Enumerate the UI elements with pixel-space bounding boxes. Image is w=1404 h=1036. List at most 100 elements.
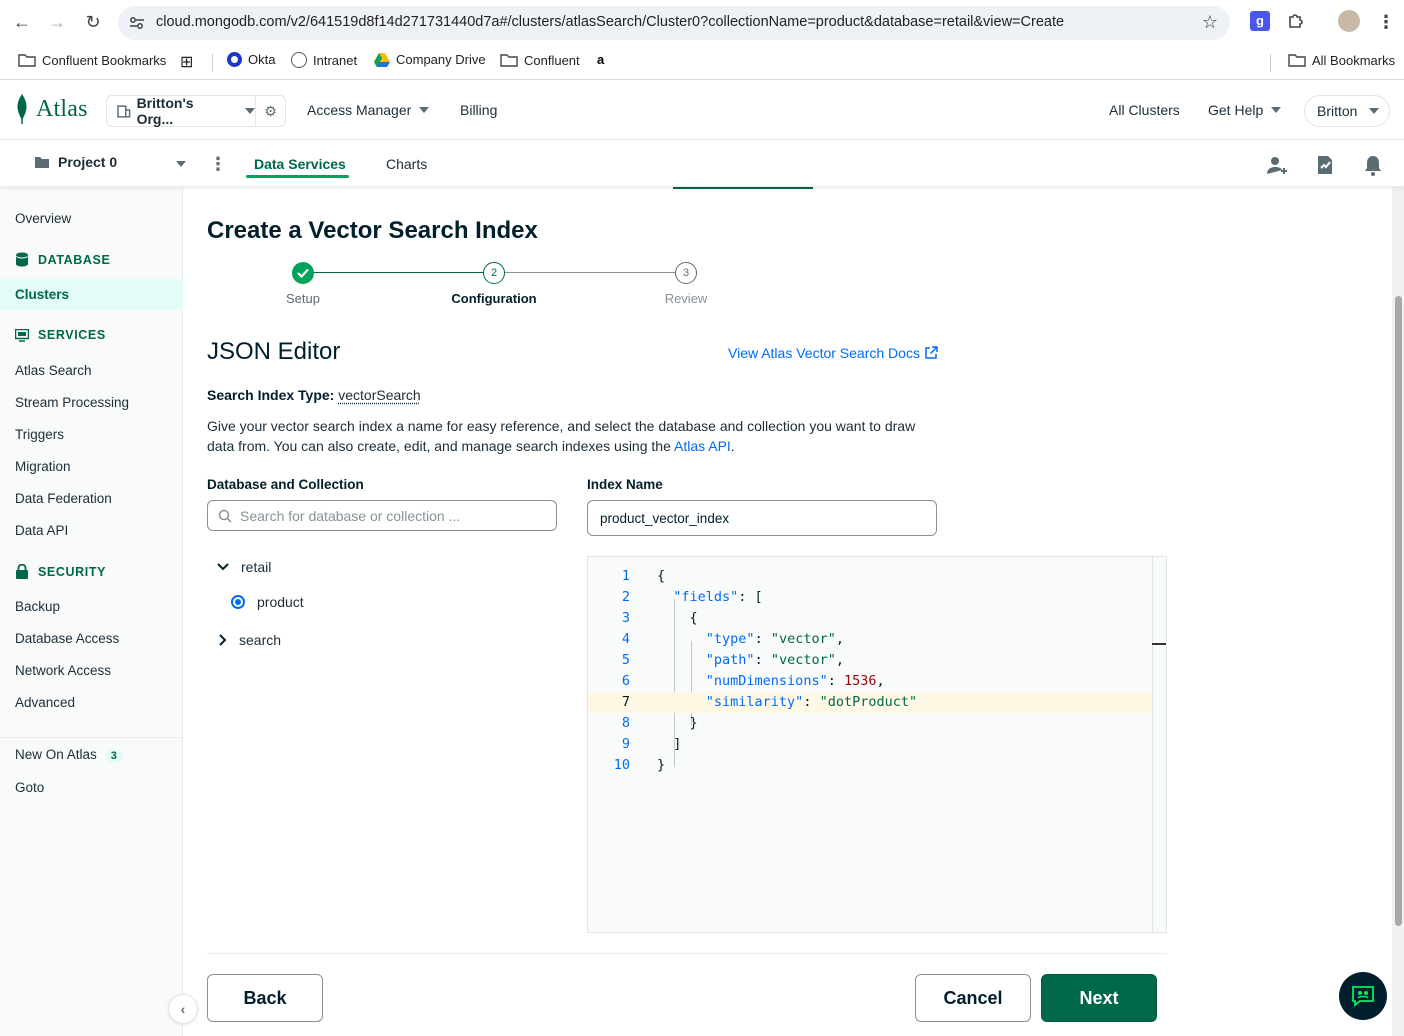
activity-feed-icon[interactable] xyxy=(1313,153,1337,177)
tab-data-services[interactable]: Data Services xyxy=(254,156,346,172)
json-code-editor[interactable]: 1{ 2 "fields": [ 3 { 4 "type": "vector",… xyxy=(587,556,1167,933)
bookmark-label: Confluent xyxy=(524,52,580,68)
all-clusters-label: All Clusters xyxy=(1109,102,1180,118)
section-label: DATABASE xyxy=(38,252,111,267)
atlas-logo[interactable]: Atlas xyxy=(14,94,88,124)
description-text: Give your vector search index a name for… xyxy=(207,418,916,454)
index-name-input[interactable]: product_vector_index xyxy=(587,500,937,536)
line-number: 2 xyxy=(621,589,630,605)
editor-scrollbar[interactable] xyxy=(1152,557,1166,932)
reload-icon[interactable]: ↻ xyxy=(79,8,107,36)
sidebar-item-advanced[interactable]: Advanced xyxy=(15,695,75,710)
site-settings-icon[interactable] xyxy=(128,14,146,32)
amazon-bookmark-icon[interactable]: a xyxy=(597,52,604,67)
vector-search-docs-link[interactable]: View Atlas Vector Search Docs xyxy=(728,345,938,361)
extensions-puzzle-icon[interactable] xyxy=(1286,11,1306,31)
sidebar-item-migration[interactable]: Migration xyxy=(15,459,71,474)
bookmark-confluent[interactable]: Confluent xyxy=(500,52,580,68)
notifications-bell-icon[interactable] xyxy=(1361,153,1385,177)
tree-database-search[interactable]: search xyxy=(219,632,281,648)
drive-icon xyxy=(374,52,390,67)
get-help-menu[interactable]: Get Help xyxy=(1208,102,1282,118)
json-key: "similarity" xyxy=(705,694,804,710)
browser-menu-icon[interactable]: ⋮ xyxy=(1372,8,1400,36)
tree-collection-product[interactable]: product xyxy=(231,594,304,610)
database-icon xyxy=(16,252,28,267)
bookmark-company-drive[interactable]: Company Drive xyxy=(374,52,486,67)
bookmark-label: Intranet xyxy=(313,52,358,68)
apps-grid-icon[interactable]: ⊞ xyxy=(180,52,193,72)
all-bookmarks[interactable]: All Bookmarks xyxy=(1288,52,1395,68)
bookmark-intranet[interactable]: Intranet xyxy=(291,52,357,68)
sidebar-item-triggers[interactable]: Triggers xyxy=(15,427,64,442)
org-selector[interactable]: Britton's Org... xyxy=(106,95,256,127)
sidebar-item-atlas-search[interactable]: Atlas Search xyxy=(15,363,92,378)
chevron-down-icon xyxy=(419,107,430,113)
collapse-sidebar-chevron-left-icon[interactable]: ‹ xyxy=(168,994,198,1024)
tab-charts[interactable]: Charts xyxy=(386,156,427,172)
next-button[interactable]: Next xyxy=(1041,974,1157,1022)
cancel-button[interactable]: Cancel xyxy=(915,974,1031,1022)
docs-link-label: View Atlas Vector Search Docs xyxy=(728,345,920,361)
chevron-down-icon[interactable] xyxy=(176,161,186,167)
active-tab-indicator xyxy=(246,175,349,178)
index-type-label: Search Index Type: xyxy=(207,387,335,403)
sidebar-item-data-api[interactable]: Data API xyxy=(15,523,68,538)
forward-arrow-icon[interactable]: → xyxy=(43,8,71,36)
sidebar-item-data-federation[interactable]: Data Federation xyxy=(15,491,112,506)
section-label: SERVICES xyxy=(38,328,106,342)
folder-icon xyxy=(18,54,36,67)
tree-label: retail xyxy=(241,559,272,575)
sidebar-section-security: SECURITY xyxy=(15,564,106,579)
tree-database-retail[interactable]: retail xyxy=(217,559,271,575)
sidebar-item-new-on-atlas[interactable]: New On Atlas 3 xyxy=(15,747,123,763)
database-collection-search-input[interactable]: Search for database or collection ... xyxy=(207,500,557,531)
index-name-label: Index Name xyxy=(587,477,663,492)
editor-cursor-marker xyxy=(1152,643,1166,645)
sidebar-item-backup[interactable]: Backup xyxy=(15,599,60,614)
step-label-review: Review xyxy=(664,291,708,306)
sidebar-item-label[interactable]: Clusters xyxy=(15,287,69,302)
billing-link[interactable]: Billing xyxy=(460,102,497,118)
profile-avatar[interactable] xyxy=(1338,10,1360,32)
json-key: "path" xyxy=(705,652,755,668)
back-arrow-icon[interactable]: ← xyxy=(8,8,36,36)
code-line-active: 7 "similarity": "dotProduct" xyxy=(588,692,1154,713)
sidebar-item-database-access[interactable]: Database Access xyxy=(15,631,119,646)
radio-selected[interactable] xyxy=(231,595,245,609)
bookmark-okta[interactable]: Okta xyxy=(227,52,275,67)
back-button[interactable]: Back xyxy=(207,974,323,1022)
extension-g-icon[interactable]: g xyxy=(1250,11,1270,31)
bookmark-confluent-bookmarks[interactable]: Confluent Bookmarks xyxy=(18,52,166,68)
sidebar-item-overview[interactable]: Overview xyxy=(15,211,71,226)
code-line: 2 "fields": [ xyxy=(588,587,1154,608)
line-number: 9 xyxy=(621,736,630,752)
step-label-configuration: Configuration xyxy=(451,291,537,306)
org-settings-gear-icon[interactable]: ⚙ xyxy=(256,95,286,127)
all-clusters-link[interactable]: All Clusters xyxy=(1109,102,1180,118)
get-help-label: Get Help xyxy=(1208,102,1264,118)
address-bar[interactable]: cloud.mongodb.com/v2/641519d8f14d2717314… xyxy=(118,6,1230,40)
line-number: 8 xyxy=(621,715,630,731)
bookmark-star-icon[interactable]: ☆ xyxy=(1202,12,1218,33)
chat-assistant-icon[interactable] xyxy=(1339,972,1387,1020)
bookmark-label: Company Drive xyxy=(396,52,486,67)
project-selector[interactable]: Project 0 xyxy=(34,154,117,170)
url-text[interactable]: cloud.mongodb.com/v2/641519d8f14d2717314… xyxy=(156,14,1064,30)
user-menu[interactable]: Britton xyxy=(1304,95,1390,127)
invite-user-icon[interactable] xyxy=(1265,153,1289,177)
project-menu-kebab-icon[interactable]: ⋮ xyxy=(209,154,227,175)
line-number: 6 xyxy=(621,673,630,689)
atlas-api-link[interactable]: Atlas API xyxy=(674,438,731,454)
json-string: "vector" xyxy=(770,652,836,668)
code-line: 8 } xyxy=(588,713,1154,734)
index-type-value[interactable]: vectorSearch xyxy=(338,387,420,403)
sidebar-item-network-access[interactable]: Network Access xyxy=(15,663,111,678)
access-manager-menu[interactable]: Access Manager xyxy=(307,102,430,118)
folder-icon xyxy=(1288,54,1306,67)
sidebar-item-goto[interactable]: Goto xyxy=(15,780,44,795)
chevron-down-icon xyxy=(217,563,229,571)
page-scrollbar-thumb[interactable] xyxy=(1395,296,1402,926)
code-line: 1{ xyxy=(588,566,1154,587)
sidebar-item-stream-processing[interactable]: Stream Processing xyxy=(15,395,129,410)
